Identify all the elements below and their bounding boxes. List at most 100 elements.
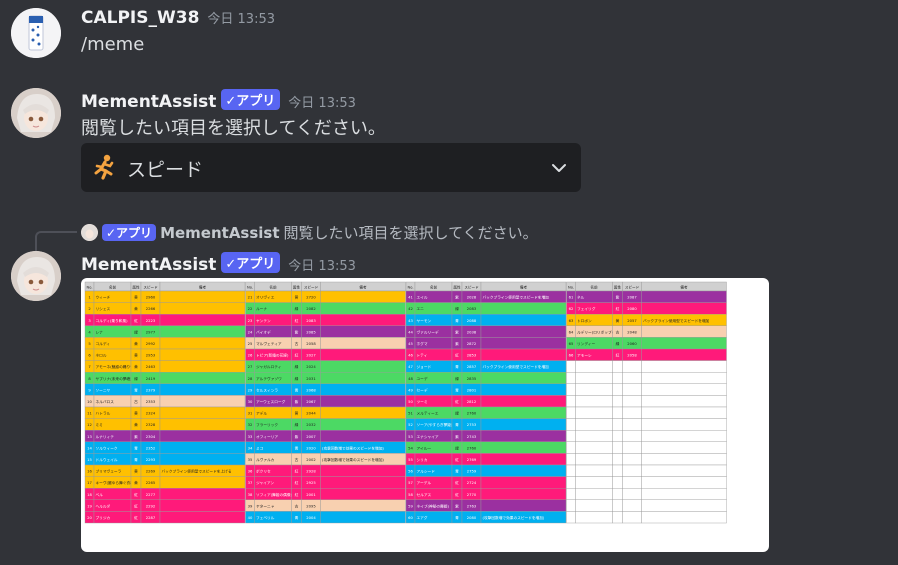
username-label[interactable]: CALPIS_W38 <box>81 8 199 28</box>
table-header-cell: 属性 <box>614 284 622 289</box>
reply-avatar <box>81 224 98 241</box>
table-cell: 2953 <box>146 354 156 358</box>
speed-table-image[interactable]: No. 名前 属性 スピード 備考 1 ウィーチ黄 2960 2 リシェス黄 2266 3 コルディ(乗… <box>81 278 769 552</box>
table-cell: 2082 <box>306 307 315 311</box>
table-cell: 黄 <box>295 411 299 416</box>
table-cell: 22 <box>248 307 253 311</box>
table-cell: 26 <box>248 354 253 358</box>
table-cell: 12 <box>87 423 92 427</box>
table-cell: 46 <box>408 354 413 358</box>
table-cell: 38 <box>248 493 253 497</box>
table-cell: バックプライン使用型でスピードを増加 <box>643 318 710 323</box>
table-cell: 紅 <box>295 318 299 323</box>
table-cell: 40 <box>248 516 253 520</box>
table-cell: ネイブ(神秘の舞姫) <box>417 503 450 508</box>
table-cell: ツーミ <box>417 400 428 404</box>
table-cell: 青 <box>134 445 138 450</box>
table-cell: 63 <box>569 319 574 323</box>
reply-username[interactable]: MementAssist <box>160 224 279 242</box>
table-cell: 紅 <box>134 515 138 520</box>
table-header-cell: 備考 <box>680 284 688 289</box>
table-cell: 2027 <box>306 354 316 358</box>
table-cell: 紅 <box>295 353 299 358</box>
table-cell: 54 <box>408 446 413 450</box>
table-cell: 青 <box>455 422 459 427</box>
table-cell: リシェス <box>96 306 111 311</box>
table-cell: 34 <box>248 446 253 450</box>
table-cell: フェイリグ <box>577 306 596 311</box>
table-cell: 2352 <box>146 446 155 450</box>
table-cell: 紅 <box>134 318 138 323</box>
anime-character-avatar[interactable] <box>11 251 61 301</box>
chevron-down-icon <box>551 160 567 176</box>
calpis-bottle-avatar[interactable] <box>11 8 61 58</box>
table-cell: トピア(新婚の花嫁) <box>256 353 289 358</box>
table-cell: 2007 <box>306 435 316 439</box>
table-cell: 30 <box>248 400 253 404</box>
table-cell: ハトラル <box>96 411 111 416</box>
table-cell: 23 <box>248 319 253 323</box>
username-label[interactable]: MementAssist <box>81 255 216 275</box>
table-cell: 紅 <box>455 480 459 485</box>
table-cell: 2068 <box>306 388 316 392</box>
table-cell: ルナリィテ <box>96 434 115 439</box>
table-cell: 青 <box>455 387 459 392</box>
username-label[interactable]: MementAssist <box>81 92 216 112</box>
table-cell: バックプライン使用型でスピードを増加 <box>483 364 550 369</box>
table-cell: (攻撃回数増で効果のスピードを増加) <box>483 515 545 520</box>
table-cell: ドルウェイル <box>96 457 118 462</box>
username-calpis[interactable]: CALPIS_W38 今日 13:53 <box>81 8 275 28</box>
table-cell: ソーニヤ <box>96 387 111 392</box>
table-cell: アデル <box>256 411 267 416</box>
table-cell: 古 <box>295 457 299 462</box>
table-cell: 18 <box>87 493 92 497</box>
table-cell: 紫 <box>295 329 299 334</box>
table-cell: 緑 <box>295 364 299 369</box>
table-cell: 47 <box>408 365 413 369</box>
anime-character-avatar[interactable] <box>11 88 61 138</box>
table-cell: ジャイアン <box>256 480 274 485</box>
table-cell: ルーナ <box>256 306 267 311</box>
table-cell: アーウェスローグ <box>256 399 286 404</box>
table-cell: 緑 <box>134 376 138 381</box>
table-cell: ヤターニャ <box>256 503 275 508</box>
table-cell: 14 <box>87 446 92 450</box>
table-cell: ミコ <box>256 446 264 450</box>
table-cell: 2083 <box>467 307 477 311</box>
message-text: 閲覧したい項目を選択してください。 <box>81 118 386 139</box>
table-cell: メルティーエ <box>417 411 439 416</box>
table-cell: ソルウィーク <box>96 445 118 450</box>
table-cell: ソフィア(舞姫の偶像) <box>256 492 293 497</box>
username-mementassist[interactable]: MementAssist ✓アプリ 今日 13:53 <box>81 89 356 112</box>
table-cell: 2269 <box>146 470 156 474</box>
table-cell: 黄 <box>134 469 138 474</box>
table-cell: ブリジカ <box>96 515 111 520</box>
table-cell: 2759 <box>467 470 477 474</box>
table-cell: 緑 <box>455 445 459 450</box>
table-cell: エアグ <box>417 515 428 520</box>
table-cell: 42 <box>408 307 413 311</box>
table-cell: 2028 <box>467 296 477 300</box>
table-cell: ソーア(やすらぎ夢姫) <box>417 422 453 427</box>
table-cell: ブリマヴェーラ <box>96 469 122 474</box>
table-cell: オフィーリア <box>256 434 278 439</box>
table-cell: 2 <box>88 307 90 311</box>
table-cell: 黄 <box>134 306 138 311</box>
select-menu-dropdown[interactable]: スピード <box>81 143 581 192</box>
table-header-cell: 備考 <box>520 284 528 289</box>
table-cell: 2801 <box>467 388 476 392</box>
table-cell: 2080 <box>467 516 477 520</box>
table-header-cell: スピード <box>625 284 640 289</box>
username-mementassist[interactable]: MementAssist ✓アプリ 今日 13:53 <box>81 252 356 275</box>
table-cell: 青 <box>455 515 459 520</box>
table-header-cell: No. <box>247 285 253 289</box>
reply-preview[interactable]: ✓アプリ MementAssist 閲覧したい項目を選択してください。 <box>81 222 538 243</box>
table-cell: 紅 <box>455 457 459 462</box>
table-cell: 黄 <box>134 480 138 485</box>
table-cell: 2853 <box>467 354 477 358</box>
table-cell: 21 <box>248 296 253 300</box>
table-cell: 2095 <box>306 504 316 508</box>
table-cell: 2038 <box>467 330 477 334</box>
app-badge: ✓アプリ <box>102 224 157 241</box>
table-cell: 2724 <box>467 481 477 485</box>
